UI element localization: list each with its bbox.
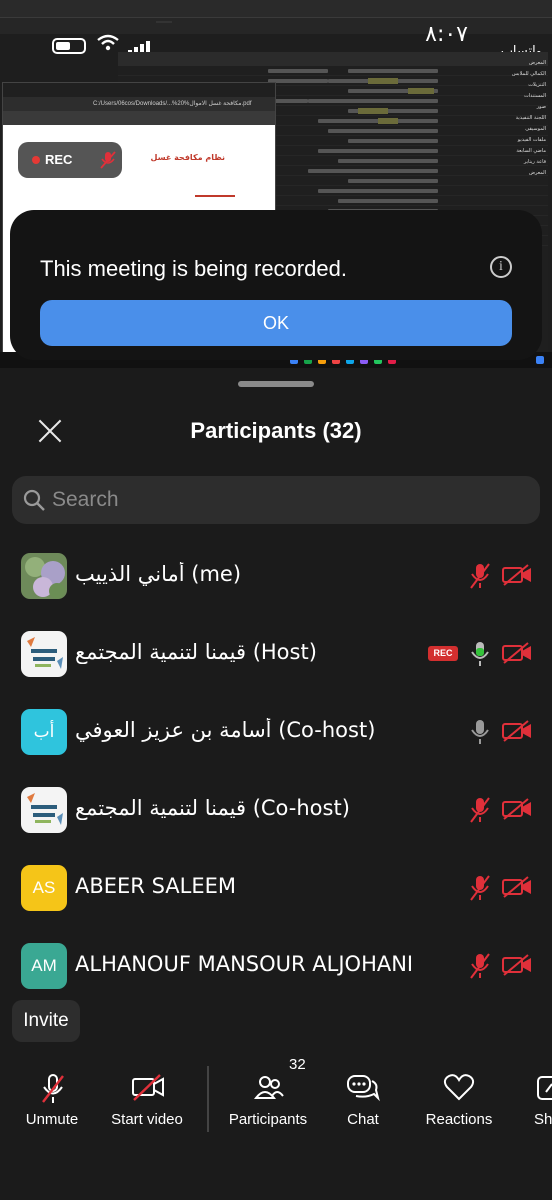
drag-handle[interactable] <box>238 381 314 387</box>
tree-item: المعرض <box>528 170 546 176</box>
unmute-label: Unmute <box>25 1111 79 1128</box>
recording-indicator: REC <box>18 142 122 178</box>
tree-item: الموسيقى <box>525 126 546 132</box>
mic-active-icon[interactable] <box>468 640 492 668</box>
record-dot-icon <box>32 156 40 164</box>
video-off-icon <box>132 1074 164 1101</box>
participants-button[interactable]: 32 Participants <box>222 1056 314 1148</box>
participant-name: أماني الذييب (me) <box>75 562 242 586</box>
participant-row[interactable]: قيمنا لتنمية المجتمع (Co-host) <box>0 772 552 850</box>
share-label: Sh <box>534 1111 552 1128</box>
tree-item: المعرض <box>528 60 546 66</box>
participant-row[interactable]: AM ALHANOUF MANSOUR ALJOHANI <box>0 928 552 990</box>
video-off-icon[interactable] <box>502 720 532 742</box>
tree-item: الكمالي للملابس <box>511 71 546 77</box>
video-off-icon[interactable] <box>502 798 532 820</box>
participant-name: ALHANOUF MANSOUR ALJOHANI <box>75 952 414 976</box>
mic-muted-icon <box>100 151 116 169</box>
battery-icon <box>52 38 86 54</box>
recording-notice: This meeting is being recorded. i OK <box>10 210 542 360</box>
participants-count: 32 <box>289 1056 306 1073</box>
avatar: AM <box>21 943 67 989</box>
chat-icon <box>347 1075 380 1102</box>
pdf-title: نظام مكافحة غسل <box>150 153 225 162</box>
shared-screen: ٨:٠٧ واتساب المعرض الكمالي للملابس التنز… <box>0 0 552 368</box>
avatar: أب <box>21 709 67 755</box>
phone-clock: ٨:٠٧ <box>425 22 468 47</box>
tree-item: التنزيلات <box>528 82 546 88</box>
start-video-button[interactable]: Start video <box>104 1058 190 1148</box>
participants-title: Participants (32) <box>190 418 362 443</box>
explorer-tabs-bar <box>0 18 552 34</box>
search-bar[interactable] <box>12 476 540 524</box>
search-input[interactable] <box>52 484 522 516</box>
avatar: AS <box>21 865 67 911</box>
start-video-label: Start video <box>111 1111 183 1128</box>
participants-label: Participants <box>228 1111 308 1128</box>
tree-item: ماضي السابعة <box>516 148 546 154</box>
chat-button[interactable]: Chat <box>334 1058 392 1148</box>
participant-row[interactable]: قيمنا لتنمية المجتمع (Host) REC <box>0 616 552 694</box>
participants-sheet: Participants (32) أماني الذييب (me) <box>0 368 552 1200</box>
unmute-button[interactable]: Unmute <box>16 1058 88 1148</box>
heart-icon <box>443 1074 475 1101</box>
mic-muted-icon <box>42 1074 64 1103</box>
mic-unmuted-icon[interactable] <box>468 718 492 746</box>
video-off-icon[interactable] <box>502 954 532 976</box>
participant-name: ABEER SALEEM <box>75 874 237 898</box>
toolbar-divider <box>207 1066 209 1132</box>
pdf-address: C:/Users/06cos/Downloads/...%20%مكافحة غ… <box>3 97 275 111</box>
recording-label: REC <box>45 152 73 167</box>
reactions-label: Reactions <box>425 1111 493 1128</box>
video-off-icon[interactable] <box>502 642 532 664</box>
participants-icon <box>254 1076 284 1099</box>
wifi-icon <box>96 34 120 57</box>
info-icon[interactable]: i <box>490 256 512 278</box>
participant-row[interactable]: AS ABEER SALEEM <box>0 850 552 928</box>
share-icon <box>537 1076 552 1100</box>
mic-muted-icon[interactable] <box>468 952 492 980</box>
invite-button[interactable]: Invite <box>12 1000 80 1042</box>
participant-list: أماني الذييب (me) قيمنا لتنمية المجتمع (… <box>0 538 552 990</box>
search-icon <box>23 489 45 511</box>
mic-muted-icon[interactable] <box>468 796 492 824</box>
mic-muted-icon[interactable] <box>468 874 492 902</box>
avatar <box>21 631 67 677</box>
tree-item: صور <box>536 104 546 110</box>
avatar <box>21 787 67 833</box>
participant-name: قيمنا لتنمية المجتمع (Co-host) <box>75 796 350 820</box>
participant-row[interactable]: أماني الذييب (me) <box>0 538 552 616</box>
participant-name: قيمنا لتنمية المجتمع (Host) <box>75 640 317 664</box>
tree-item: قاعة ريتاير <box>523 159 546 165</box>
tree-item: ملفات الفيديو <box>517 137 546 143</box>
tree-item: اللجنة التنفيذية <box>515 115 546 121</box>
mic-muted-icon[interactable] <box>468 562 492 590</box>
video-off-icon[interactable] <box>502 564 532 586</box>
avatar <box>21 553 67 599</box>
participant-name: أسامة بن عزيز العوفي (Co-host) <box>75 718 376 742</box>
ok-button[interactable]: OK <box>40 300 512 346</box>
video-off-icon[interactable] <box>502 876 532 898</box>
reactions-button[interactable]: Reactions <box>420 1058 498 1148</box>
share-button[interactable]: Sh <box>528 1058 552 1148</box>
desktop-titlebar <box>0 0 552 18</box>
recording-badge: REC <box>428 646 458 661</box>
recording-notice-message: This meeting is being recorded. <box>40 256 347 281</box>
tree-item: المستندات <box>523 93 546 99</box>
chat-label: Chat <box>347 1111 379 1128</box>
participant-row[interactable]: أب أسامة بن عزيز العوفي (Co-host) <box>0 694 552 772</box>
meeting-toolbar: Unmute Start video 32 Participants Chat … <box>0 1056 552 1200</box>
